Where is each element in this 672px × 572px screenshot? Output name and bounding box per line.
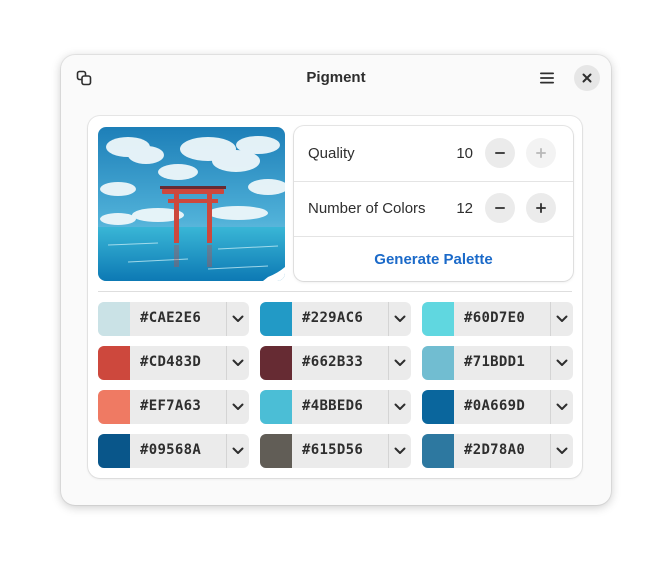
hex-code[interactable]: #229AC6 <box>302 310 363 326</box>
chevron-down-icon <box>394 403 406 410</box>
color-chip <box>98 346 130 380</box>
chevron-down-icon <box>556 359 568 366</box>
hex-code[interactable]: #0A669D <box>464 398 525 414</box>
settings-panel: Quality 10 Number of Colors 12 Generate … <box>294 126 573 281</box>
chevron-down-icon <box>232 359 244 366</box>
hex-code[interactable]: #60D7E0 <box>464 310 525 326</box>
number-of-colors-label: Number of Colors <box>308 200 426 217</box>
color-swatch[interactable]: #CD483D <box>98 346 249 380</box>
chevron-down-icon <box>556 315 568 322</box>
color-swatch[interactable]: #71BDD1 <box>422 346 573 380</box>
color-chip <box>422 434 454 468</box>
hex-code[interactable]: #662B33 <box>302 354 363 370</box>
colors-decrease-button[interactable] <box>485 193 515 223</box>
plus-icon <box>536 203 546 213</box>
close-button[interactable] <box>574 65 600 91</box>
header-bar: Pigment <box>61 55 611 101</box>
format-dropdown-button[interactable] <box>551 302 573 336</box>
hex-code[interactable]: #71BDD1 <box>464 354 525 370</box>
hex-code[interactable]: #EF7A63 <box>140 398 201 414</box>
color-swatch[interactable]: #229AC6 <box>260 302 411 336</box>
hex-code[interactable]: #09568A <box>140 442 201 458</box>
color-swatch[interactable]: #09568A <box>98 434 249 468</box>
color-chip <box>422 346 454 380</box>
hex-code[interactable]: #2D78A0 <box>464 442 525 458</box>
quality-row: Quality 10 <box>294 126 573 182</box>
chevron-down-icon <box>232 315 244 322</box>
color-swatch[interactable]: #662B33 <box>260 346 411 380</box>
chevron-down-icon <box>556 403 568 410</box>
color-chip <box>98 434 130 468</box>
chevron-down-icon <box>556 447 568 454</box>
color-chip <box>98 390 130 424</box>
minus-icon <box>495 207 505 209</box>
color-swatch[interactable]: #60D7E0 <box>422 302 573 336</box>
hex-code[interactable]: #4BBED6 <box>302 398 363 414</box>
color-swatch[interactable]: #0A669D <box>422 390 573 424</box>
color-chip <box>422 302 454 336</box>
format-dropdown-button[interactable] <box>227 302 249 336</box>
chevron-down-icon <box>394 315 406 322</box>
color-chip <box>260 346 292 380</box>
color-swatch[interactable]: #EF7A63 <box>98 390 249 424</box>
format-dropdown-button[interactable] <box>389 390 411 424</box>
quality-value: 10 <box>456 145 473 162</box>
app-window: Pigment Quality 10 Number of Colors 12 G… <box>61 55 611 505</box>
divider <box>98 291 572 292</box>
quality-label: Quality <box>308 145 355 162</box>
generate-palette-button[interactable]: Generate Palette <box>294 237 573 281</box>
colors-increase-button[interactable] <box>526 193 556 223</box>
window-title: Pigment <box>306 69 366 86</box>
format-dropdown-button[interactable] <box>227 346 249 380</box>
color-swatch[interactable]: #615D56 <box>260 434 411 468</box>
color-chip <box>260 434 292 468</box>
color-swatch[interactable]: #2D78A0 <box>422 434 573 468</box>
color-chip <box>260 302 292 336</box>
main-menu-button[interactable] <box>534 65 560 91</box>
number-of-colors-value: 12 <box>456 200 473 217</box>
format-dropdown-button[interactable] <box>551 434 573 468</box>
hex-code[interactable]: #615D56 <box>302 442 363 458</box>
color-chip <box>260 390 292 424</box>
minus-icon <box>495 152 505 154</box>
number-of-colors-row: Number of Colors 12 <box>294 181 573 237</box>
format-dropdown-button[interactable] <box>389 434 411 468</box>
close-icon <box>582 73 592 83</box>
torii-gate-illustration <box>98 127 285 281</box>
quality-increase-button[interactable] <box>526 138 556 168</box>
format-dropdown-button[interactable] <box>227 434 249 468</box>
palette-card: Quality 10 Number of Colors 12 Generate … <box>88 116 582 478</box>
quality-decrease-button[interactable] <box>485 138 515 168</box>
chevron-down-icon <box>232 447 244 454</box>
format-dropdown-button[interactable] <box>227 390 249 424</box>
hamburger-menu-icon <box>540 72 554 84</box>
format-dropdown-button[interactable] <box>551 346 573 380</box>
hex-code[interactable]: #CAE2E6 <box>140 310 201 326</box>
color-chip <box>422 390 454 424</box>
chevron-down-icon <box>232 403 244 410</box>
chevron-down-icon <box>394 359 406 366</box>
color-swatch[interactable]: #4BBED6 <box>260 390 411 424</box>
format-dropdown-button[interactable] <box>389 346 411 380</box>
image-preview[interactable] <box>98 127 285 281</box>
format-dropdown-button[interactable] <box>551 390 573 424</box>
format-dropdown-button[interactable] <box>389 302 411 336</box>
color-chip <box>98 302 130 336</box>
hex-code[interactable]: #CD483D <box>140 354 201 370</box>
plus-icon <box>536 148 546 158</box>
color-swatch[interactable]: #CAE2E6 <box>98 302 249 336</box>
chevron-down-icon <box>394 447 406 454</box>
